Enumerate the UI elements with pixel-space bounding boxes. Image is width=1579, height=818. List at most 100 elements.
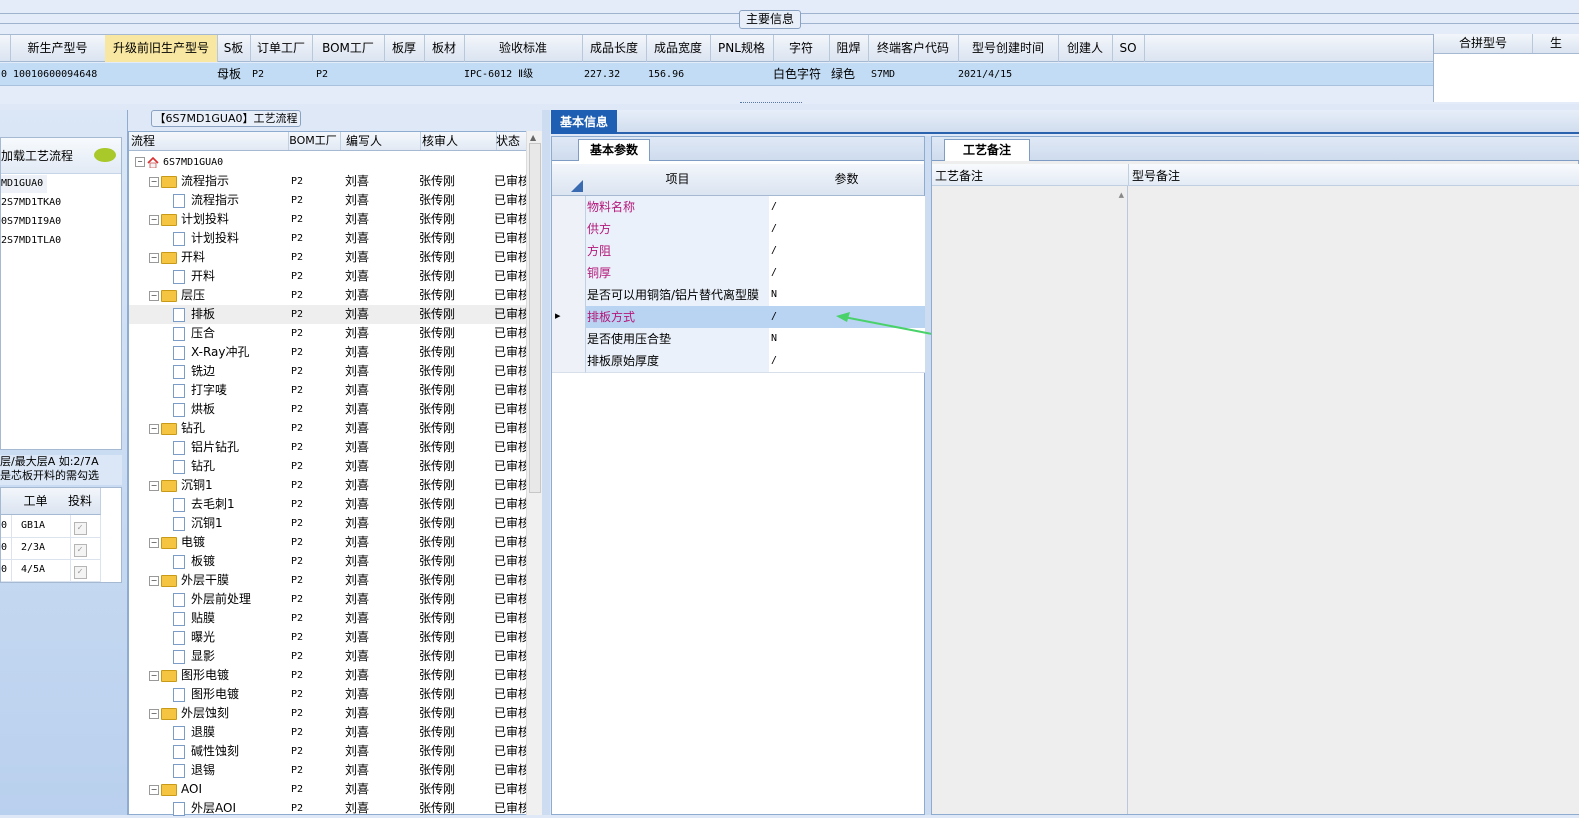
flow-tree-row[interactable]: − 外层干膜 P2 刘喜 张传刚 已审核 (129, 571, 530, 590)
column-header-author[interactable]: 编写人 (340, 132, 421, 150)
flow-step-cell[interactable]: 退膜 (173, 723, 215, 742)
flow-tree-row[interactable]: 压合 P2 刘喜 张传刚 已审核 (129, 324, 530, 343)
flow-tree-row[interactable]: 烘板 P2 刘喜 张传刚 已审核 (129, 400, 530, 419)
tab-basic-params[interactable]: 基本参数 (578, 139, 650, 161)
column-header-order-factory[interactable]: 订单工厂 (250, 35, 313, 62)
flow-step-cell[interactable]: 贴膜 (173, 609, 215, 628)
feed-checkbox[interactable]: ✓ (73, 544, 87, 557)
flow-tree-row[interactable]: 铝片钻孔 P2 刘喜 张传刚 已审核 (129, 438, 530, 457)
collapse-icon[interactable]: − (149, 575, 159, 586)
collapse-icon[interactable]: − (149, 290, 159, 301)
param-row[interactable]: 铜厚 / (552, 262, 926, 285)
flow-tree-row[interactable]: 计划投料 P2 刘喜 张传刚 已审核 (129, 229, 530, 248)
collapse-icon[interactable]: − (149, 537, 159, 548)
param-item-cell[interactable]: 是否可以用铜箔/铝片替代离型膜 (586, 284, 770, 307)
model-remark-textarea[interactable] (1129, 186, 1579, 814)
column-header-created-time[interactable]: 型号创建时间 (958, 35, 1059, 62)
column-header-s-board[interactable]: S板 (217, 35, 251, 62)
flow-step-cell[interactable]: 显影 (173, 647, 215, 666)
flow-tree-row[interactable]: − 电镀 P2 刘喜 张传刚 已审核 (129, 533, 530, 552)
feed-checkbox[interactable]: ✓ (73, 522, 87, 535)
param-item-cell[interactable]: 是否使用压合垫 (586, 328, 770, 351)
flow-step-cell[interactable]: − 层压 (149, 286, 205, 305)
flow-step-cell[interactable]: 压合 (173, 324, 215, 343)
flow-code-item[interactable]: MD1GUA0 (1, 175, 48, 193)
flow-tree-row[interactable]: 退锡 P2 刘喜 张传刚 已审核 (129, 761, 530, 780)
flow-tree-row[interactable]: 开料 P2 刘喜 张传刚 已审核 (129, 267, 530, 286)
flow-tree-row[interactable]: 外层AOI P2 刘喜 张传刚 已审核 (129, 799, 530, 818)
feed-cell[interactable]: ✓ (60, 537, 101, 560)
param-row[interactable]: 供方 / (552, 218, 926, 241)
collapse-icon[interactable]: − (149, 784, 159, 795)
column-header-char[interactable]: 字符 (773, 35, 830, 62)
tab-process-remarks[interactable]: 工艺备注 (944, 139, 1030, 161)
flow-step-cell[interactable]: 铣边 (173, 362, 215, 381)
flow-step-cell[interactable]: 计划投料 (173, 229, 239, 248)
column-header-thickness[interactable]: 板厚 (384, 35, 425, 62)
comment-icon[interactable] (94, 148, 116, 162)
flow-tree-row[interactable]: X-Ray冲孔 P2 刘喜 张传刚 已审核 (129, 343, 530, 362)
flow-tree-row[interactable]: − 计划投料 P2 刘喜 张传刚 已审核 (129, 210, 530, 229)
flow-tree-row[interactable]: 打字唛 P2 刘喜 张传刚 已审核 (129, 381, 530, 400)
collapse-icon[interactable]: − (135, 157, 145, 167)
feed-cell[interactable]: ✓ (60, 559, 101, 582)
flow-tree-row[interactable]: 去毛刺1 P2 刘喜 张传刚 已审核 (129, 495, 530, 514)
flow-tree-row[interactable]: − 层压 P2 刘喜 张传刚 已审核 (129, 286, 530, 305)
flow-tree-row[interactable]: 曝光 P2 刘喜 张传刚 已审核 (129, 628, 530, 647)
flow-code-item[interactable]: 2S7MD1TKA0 (1, 194, 61, 212)
param-item-cell[interactable]: 排板方式 (586, 306, 770, 329)
flow-tree-row[interactable]: 贴膜 P2 刘喜 张传刚 已审核 (129, 609, 530, 628)
feed-checkbox[interactable]: ✓ (73, 566, 87, 579)
flow-tree-row[interactable]: − 沉铜1 P2 刘喜 张传刚 已审核 (129, 476, 530, 495)
row-indicator[interactable] (552, 196, 586, 219)
flow-tree-row[interactable]: 铣边 P2 刘喜 张传刚 已审核 (129, 362, 530, 381)
flow-tree-row[interactable]: 图形电镀 P2 刘喜 张传刚 已审核 (129, 685, 530, 704)
column-header-more[interactable]: 生 (1532, 34, 1579, 53)
row-indicator[interactable]: ▸ (552, 306, 586, 329)
param-value-cell[interactable]: / (769, 262, 926, 285)
collapse-icon[interactable]: − (149, 176, 159, 187)
scroll-up-icon[interactable]: ▲ (530, 133, 536, 142)
flow-code-item[interactable]: 2S7MD1TLA0 (1, 232, 61, 250)
column-header-param[interactable]: 参数 (769, 164, 924, 196)
flow-tree-row[interactable]: 钻孔 P2 刘喜 张传刚 已审核 (129, 457, 530, 476)
process-remark-textarea[interactable]: ▲ (932, 186, 1128, 814)
column-header-pnl[interactable]: PNL规格 (710, 35, 774, 62)
row-indicator[interactable] (552, 350, 586, 373)
flow-step-cell[interactable]: − 图形电镀 (149, 666, 229, 685)
splitter-handle[interactable] (740, 102, 802, 106)
flow-step-cell[interactable]: 沉铜1 (173, 514, 223, 533)
tab-basic-info[interactable]: 基本信息 (551, 110, 617, 134)
param-row[interactable]: 方阻 / (552, 240, 926, 263)
flow-step-cell[interactable]: − 电镀 (149, 533, 205, 552)
flow-tree-row[interactable]: − 流程指示 P2 刘喜 张传刚 已审核 (129, 172, 530, 191)
flow-step-cell[interactable]: 钻孔 (173, 457, 215, 476)
model-row-selected[interactable]: 0 10010600094648 母板 P2 P2 IPC-6012 Ⅱ级 22… (0, 63, 1433, 86)
flow-step-cell[interactable]: 排板 (173, 305, 215, 324)
param-item-cell[interactable]: 供方 (586, 218, 770, 241)
flow-step-cell[interactable]: 图形电镀 (173, 685, 239, 704)
collapse-icon[interactable]: − (149, 670, 159, 681)
scrollbar-thumb[interactable] (529, 143, 541, 493)
collapse-icon[interactable]: − (149, 214, 159, 225)
flow-step-cell[interactable]: − 外层蚀刻 (149, 704, 229, 723)
collapse-icon[interactable]: − (149, 480, 159, 491)
flow-tree-row[interactable]: − 开料 P2 刘喜 张传刚 已审核 (129, 248, 530, 267)
flow-tree-row[interactable]: 板镀 P2 刘喜 张传刚 已审核 (129, 552, 530, 571)
flow-tree-row[interactable]: 显影 P2 刘喜 张传刚 已审核 (129, 647, 530, 666)
param-item-cell[interactable]: 物料名称 (586, 196, 770, 219)
flow-step-cell[interactable]: 打字唛 (173, 381, 227, 400)
column-header-customer[interactable]: 终端客户代码 (868, 35, 959, 62)
flow-step-cell[interactable]: − 外层干膜 (149, 571, 229, 590)
column-header-item[interactable]: 项目 (586, 164, 770, 196)
flow-step-cell[interactable]: − 流程指示 (149, 172, 229, 191)
collapse-icon[interactable]: − (149, 252, 159, 263)
column-header-work-order[interactable]: 工单 (11, 488, 61, 515)
param-row[interactable]: 物料名称 / (552, 196, 926, 219)
flow-tree-row[interactable]: 外层前处理 P2 刘喜 张传刚 已审核 (129, 590, 530, 609)
tree-root[interactable]: − 6S7MD1GUA0 (129, 153, 527, 172)
flow-step-cell[interactable]: 烘板 (173, 400, 215, 419)
flow-step-cell[interactable]: 碱性蚀刻 (173, 742, 239, 761)
param-item-cell[interactable]: 铜厚 (586, 262, 770, 285)
column-header-merge-model[interactable]: 合拼型号 (1434, 34, 1533, 53)
